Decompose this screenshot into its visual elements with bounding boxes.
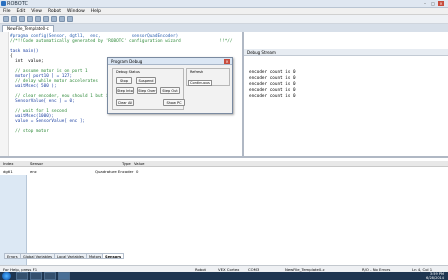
index-column (0, 175, 27, 276)
undo-icon[interactable] (51, 16, 57, 22)
paste-icon[interactable] (43, 16, 49, 22)
show-pc-button[interactable]: Show PC (163, 99, 185, 106)
start-button-icon[interactable] (2, 272, 11, 280)
col-type: Type (122, 161, 131, 166)
refresh-select[interactable]: Continuous (188, 80, 212, 86)
explorer-taskbar-icon[interactable] (30, 272, 42, 280)
window-title: ROBOTC (7, 1, 28, 7)
status-bar: For Help, press F1 Robot VEX Cortex COM3… (0, 265, 448, 272)
clock-date: 6/28/2014 (426, 276, 444, 280)
clear-all-button[interactable]: Clear All (116, 99, 134, 106)
col-sensor: Sensor (30, 161, 44, 166)
cut-icon[interactable] (27, 16, 33, 22)
robotc-taskbar-icon[interactable] (58, 272, 70, 280)
maximize-icon[interactable]: □ (430, 1, 436, 6)
file-tab[interactable]: NewFile_Template0-c (2, 25, 54, 32)
menu-robot[interactable]: Robot (48, 8, 61, 15)
menu-view[interactable]: View (31, 8, 42, 15)
step-into-button[interactable]: Step Into (116, 87, 134, 94)
stream-line: encoder count is 0 (249, 88, 296, 93)
save-icon[interactable] (19, 16, 25, 22)
code-line: SensorValue[ enc ] = 0; (10, 99, 75, 104)
code-line: //*!!Code automatically generated by 'RO… (10, 39, 233, 44)
stop-button[interactable]: Stop (116, 77, 132, 84)
sensors-table-header: Index Sensor Type Value (0, 161, 448, 167)
media-taskbar-icon[interactable] (44, 272, 56, 280)
code-line: // stop motor (10, 129, 49, 134)
bottom-tab-bar: Errors Global Variables Local Variables … (0, 253, 448, 260)
minimize-icon[interactable]: – (422, 1, 428, 6)
toolbar (0, 15, 448, 24)
system-clock[interactable]: 3:59 PM 6/28/2014 (410, 272, 448, 280)
row-sensor: enc (30, 169, 37, 174)
redo-icon[interactable] (59, 16, 65, 22)
refresh-label: Refresh (190, 70, 204, 74)
code-line: task main() (10, 49, 39, 54)
copy-icon[interactable] (35, 16, 41, 22)
debug-stream-title: Debug Stream (244, 49, 448, 56)
step-out-button[interactable]: Step Out (160, 87, 180, 94)
new-file-icon[interactable] (3, 16, 9, 22)
col-index: Index (3, 161, 14, 166)
robotc-app-icon (1, 1, 6, 6)
tab-local-variables[interactable]: Local Variables (54, 253, 87, 259)
compile-icon[interactable] (67, 16, 73, 22)
stream-line: encoder count is 0 (249, 94, 296, 99)
line-gutter (0, 32, 9, 156)
close-icon[interactable]: × (224, 59, 230, 64)
tab-sensors[interactable]: Sensors (102, 253, 125, 259)
step-over-button[interactable]: Step Over (137, 87, 157, 94)
menu-window[interactable]: Window (67, 8, 85, 15)
menu-file[interactable]: File (3, 8, 11, 15)
stream-line: encoder count is 0 (249, 70, 296, 75)
row-type: Quadrature Encoder (95, 169, 134, 174)
debug-status-label: Debug Status (116, 70, 140, 74)
close-icon[interactable]: × (438, 1, 444, 6)
suspend-button[interactable]: Suspend (136, 77, 156, 84)
program-debug-window: Program Debug × Debug Status Stop Suspen… (107, 57, 233, 114)
row-value: 0 (136, 169, 139, 174)
code-line: waitMsec( 500 ); (10, 84, 57, 89)
ie-taskbar-icon[interactable] (16, 272, 28, 280)
col-value: Value (134, 161, 145, 166)
code-line: int value; (10, 59, 44, 64)
code-line: value = SensorValue[ enc ]; (10, 119, 86, 124)
table-row[interactable]: dgtl1 enc Quadrature Encoder 0 (0, 169, 448, 175)
open-file-icon[interactable] (11, 16, 17, 22)
taskbar: 3:59 PM 6/28/2014 (0, 272, 448, 280)
file-tab-bar: NewFile_Template0-c (0, 24, 448, 32)
menu-edit[interactable]: Edit (17, 8, 26, 15)
menu-help[interactable]: Help (91, 8, 101, 15)
stream-line: encoder count is 0 (249, 76, 296, 81)
tab-errors[interactable]: Errors (4, 253, 21, 259)
stream-line: encoder count is 0 (249, 82, 296, 87)
menu-bar: File Edit View Robot Window Help (0, 8, 448, 15)
program-debug-title: Program Debug (108, 58, 232, 65)
tab-global-variables[interactable]: Global Variables (20, 253, 56, 259)
debug-stream-pane: Debug Stream encoder count is 0 encoder … (243, 32, 448, 156)
